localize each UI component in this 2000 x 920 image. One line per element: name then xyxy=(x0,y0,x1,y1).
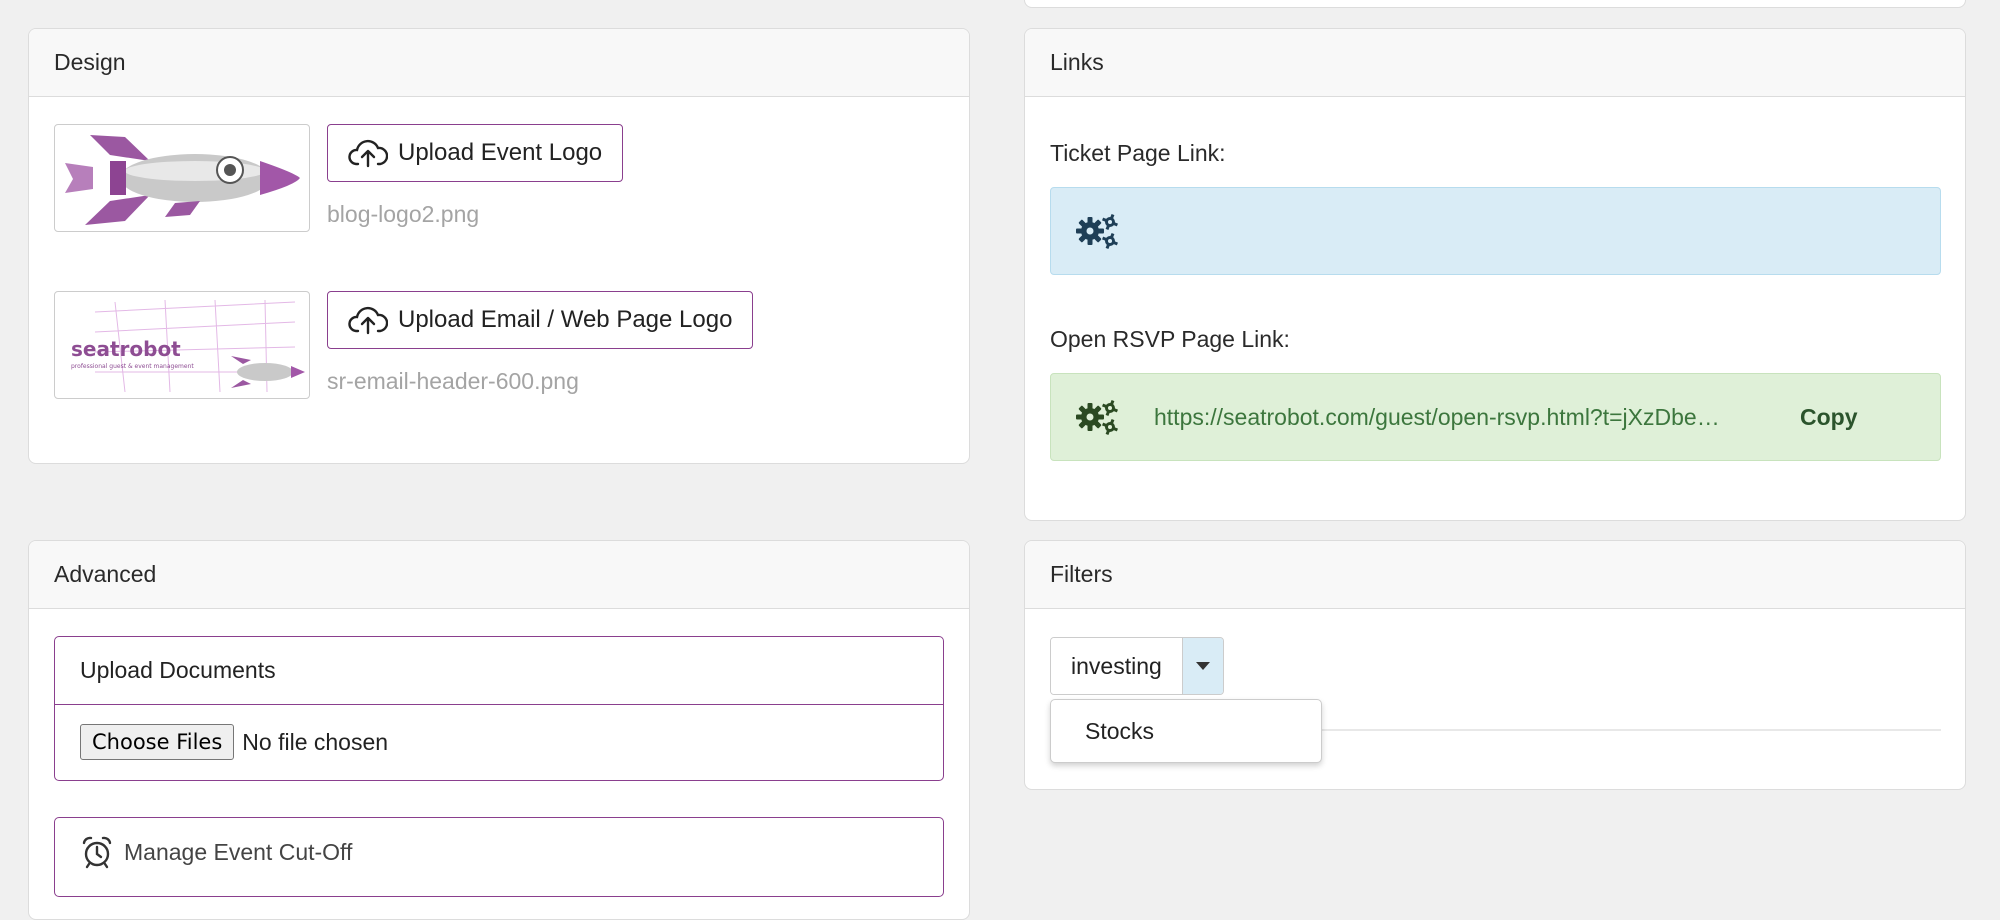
filter-dropdown-menu: Stocks xyxy=(1050,699,1322,763)
upload-event-logo-label: Upload Event Logo xyxy=(398,139,603,166)
email-logo-filename: sr-email-header-600.png xyxy=(327,368,579,394)
gears-icon[interactable] xyxy=(1076,399,1120,435)
filter-dropdown-toggle[interactable] xyxy=(1182,638,1223,694)
cloud-upload-icon xyxy=(348,139,388,168)
filters-panel: Filters investing Stocks xyxy=(1024,540,1966,790)
event-cutoff-header[interactable]: Manage Event Cut-Off xyxy=(55,818,943,886)
caret-down-icon xyxy=(1195,662,1210,670)
gears-icon[interactable] xyxy=(1076,213,1120,249)
filter-selected-value: investing xyxy=(1051,638,1183,694)
filters-panel-header: Filters xyxy=(1025,541,1965,609)
event-cutoff-label: Manage Event Cut-Off xyxy=(124,838,353,865)
design-panel-title: Design xyxy=(54,49,126,75)
email-logo-thumbnail: seatrobot professional guest & event man… xyxy=(54,291,310,399)
event-logo-thumbnail xyxy=(54,124,310,232)
file-input-row: Choose Files No file chosen xyxy=(55,705,943,779)
seatrobot-header-image: seatrobot professional guest & event man… xyxy=(71,299,305,393)
upload-documents-box: Upload Documents Choose Files No file ch… xyxy=(54,636,944,781)
file-status-text: No file chosen xyxy=(242,728,389,755)
links-panel-header: Links xyxy=(1025,29,1965,97)
filter-option-stocks[interactable]: Stocks xyxy=(1051,718,1154,745)
upload-email-logo-button[interactable]: Upload Email / Web Page Logo xyxy=(327,291,754,349)
choose-files-button[interactable]: Choose Files xyxy=(80,724,235,760)
ticket-page-link-box xyxy=(1050,187,1941,275)
copy-rsvp-link-button[interactable]: Copy xyxy=(1800,404,1858,431)
rocket-logo-image xyxy=(65,135,300,225)
advanced-panel-header: Advanced xyxy=(29,541,969,609)
upload-documents-header: Upload Documents xyxy=(55,637,943,705)
alarm-clock-icon xyxy=(82,836,112,869)
rsvp-page-link-box: https://seatrobot.com/guest/open-rsvp.ht… xyxy=(1050,373,1941,461)
design-panel-header: Design xyxy=(29,29,969,97)
event-cutoff-box[interactable]: Manage Event Cut-Off xyxy=(54,817,944,897)
ticket-page-link-label: Ticket Page Link: xyxy=(1050,140,1226,166)
upload-documents-title: Upload Documents xyxy=(80,657,276,683)
filter-select[interactable]: investing xyxy=(1050,637,1224,695)
filters-panel-title: Filters xyxy=(1050,561,1113,587)
advanced-panel: Advanced Upload Documents Choose Files N… xyxy=(28,540,970,920)
rsvp-page-link-label: Open RSVP Page Link: xyxy=(1050,326,1290,352)
advanced-panel-title: Advanced xyxy=(54,561,157,587)
event-logo-filename: blog-logo2.png xyxy=(327,201,480,227)
rsvp-page-url[interactable]: https://seatrobot.com/guest/open-rsvp.ht… xyxy=(1154,404,1762,431)
links-panel: Links Ticket Page Link: Open RSVP Page L… xyxy=(1024,28,1966,521)
upload-event-logo-button[interactable]: Upload Event Logo xyxy=(327,124,624,182)
previous-panel-edge xyxy=(1024,0,1966,8)
design-panel: Design Upload Event Logo blog-logo2.png xyxy=(28,28,970,464)
cloud-upload-icon xyxy=(348,306,388,335)
seatrobot-brand-text: seatrobot xyxy=(71,337,181,361)
upload-email-logo-label: Upload Email / Web Page Logo xyxy=(398,306,733,333)
seatrobot-tagline-text: professional guest & event management xyxy=(71,363,194,370)
links-panel-title: Links xyxy=(1050,49,1104,75)
